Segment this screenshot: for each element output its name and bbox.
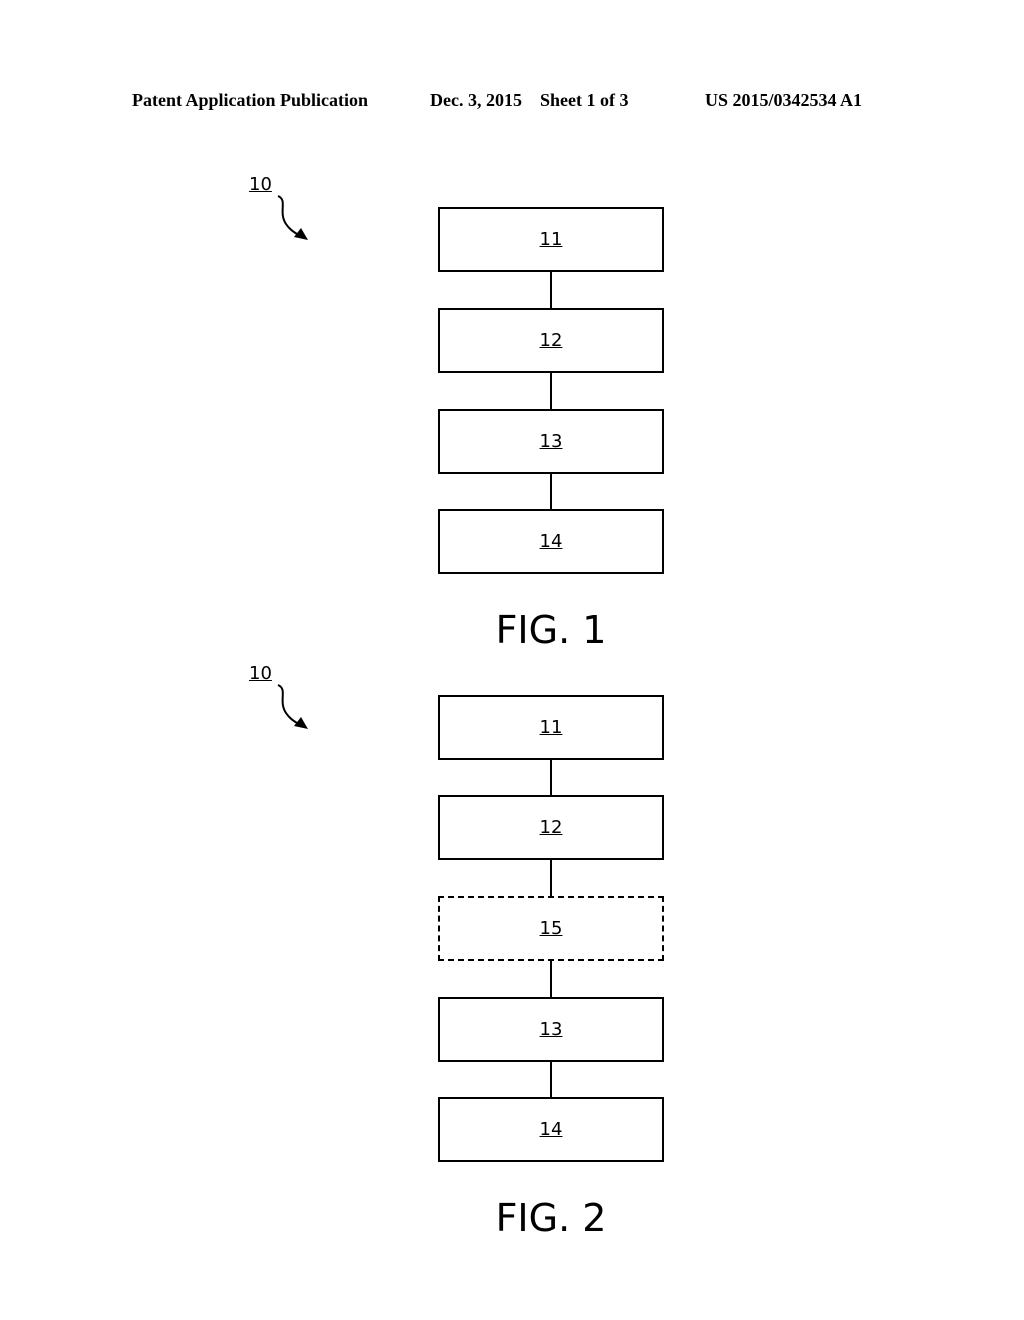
flow-box: 13 bbox=[438, 997, 664, 1062]
box-label: 13 bbox=[539, 1019, 563, 1040]
flow-box: 13 bbox=[438, 409, 664, 474]
connector-line bbox=[550, 272, 552, 308]
reference-numeral: 10 bbox=[249, 174, 272, 195]
connector-line bbox=[550, 373, 552, 409]
reference-arrow-icon bbox=[277, 195, 308, 240]
connector-line bbox=[550, 760, 552, 795]
header-publication: Patent Application Publication bbox=[132, 90, 369, 110]
flow-box: 12 bbox=[438, 308, 664, 373]
connector-line bbox=[550, 474, 552, 509]
connector-line bbox=[550, 961, 552, 997]
figure-label: FIG. 1 bbox=[495, 608, 607, 652]
flow-box: 14 bbox=[438, 509, 664, 574]
box-label: 11 bbox=[539, 229, 563, 250]
box-label: 13 bbox=[539, 431, 563, 452]
connector-line bbox=[550, 860, 552, 896]
box-label: 12 bbox=[539, 817, 563, 838]
optional-flow-box: 15 bbox=[438, 896, 664, 961]
box-label: 15 bbox=[539, 918, 563, 939]
flow-box: 14 bbox=[438, 1097, 664, 1162]
reference-arrow-icon bbox=[277, 684, 308, 729]
flow-box: 11 bbox=[438, 695, 664, 760]
connector-line bbox=[550, 1062, 552, 1097]
flow-box: 12 bbox=[438, 795, 664, 860]
figure-label: FIG. 2 bbox=[495, 1196, 607, 1240]
box-label: 14 bbox=[539, 1119, 563, 1140]
reference-numeral: 10 bbox=[249, 663, 272, 684]
box-label: 11 bbox=[539, 717, 563, 738]
header-patent-number: US 2015/0342534 A1 bbox=[705, 90, 863, 110]
box-label: 14 bbox=[539, 531, 563, 552]
flow-box: 11 bbox=[438, 207, 664, 272]
box-label: 12 bbox=[539, 330, 563, 351]
header-date-sheet: Dec. 3, 2015 Sheet 1 of 3 bbox=[430, 90, 629, 110]
